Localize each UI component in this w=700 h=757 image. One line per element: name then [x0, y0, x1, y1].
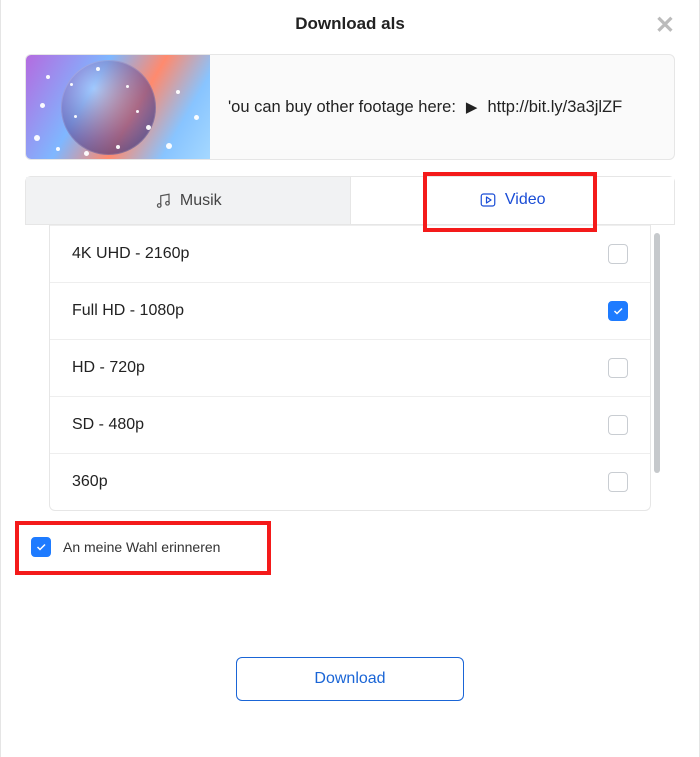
- info-text-left: 'ou can buy other footage here:: [228, 98, 456, 117]
- option-row[interactable]: 360p: [50, 453, 650, 510]
- option-label: Full HD - 1080p: [72, 302, 184, 320]
- modal-header: Download als ✕: [1, 0, 699, 42]
- remember-label: An meine Wahl erinneren: [63, 539, 220, 555]
- download-button-wrap: Download: [1, 657, 699, 701]
- play-icon: ▶: [466, 98, 478, 116]
- option-row[interactable]: 4K UHD - 2160p: [50, 225, 650, 282]
- download-button[interactable]: Download: [236, 657, 464, 701]
- remember-checkbox[interactable]: [31, 537, 51, 557]
- option-label: 4K UHD - 2160p: [72, 245, 189, 263]
- option-checkbox[interactable]: [608, 472, 628, 492]
- option-row[interactable]: Full HD - 1080p: [50, 282, 650, 339]
- info-text: 'ou can buy other footage here: ▶ http:/…: [210, 98, 674, 117]
- option-checkbox[interactable]: [608, 415, 628, 435]
- info-link[interactable]: http://bit.ly/3a3jlZF: [487, 98, 622, 117]
- video-thumbnail: [26, 55, 210, 159]
- scrollbar-thumb[interactable]: [654, 233, 660, 473]
- close-icon[interactable]: ✕: [655, 14, 675, 38]
- option-row[interactable]: SD - 480p: [50, 396, 650, 453]
- option-label: HD - 720p: [72, 359, 145, 377]
- option-label: SD - 480p: [72, 416, 144, 434]
- format-tabs: Musik Video: [25, 176, 675, 225]
- music-icon: [154, 192, 172, 210]
- option-row[interactable]: HD - 720p: [50, 339, 650, 396]
- tab-video[interactable]: Video: [351, 177, 675, 224]
- quality-options: 4K UHD - 2160p Full HD - 1080p HD - 720p…: [49, 225, 651, 511]
- info-strip: 'ou can buy other footage here: ▶ http:/…: [25, 54, 675, 160]
- option-checkbox[interactable]: [608, 301, 628, 321]
- option-checkbox[interactable]: [608, 244, 628, 264]
- video-play-icon: [479, 191, 497, 209]
- tab-music[interactable]: Musik: [26, 177, 351, 224]
- download-modal: Download als ✕ 'ou can buy other footage…: [0, 0, 700, 757]
- modal-title: Download als: [295, 14, 405, 33]
- tab-music-label: Musik: [180, 192, 222, 210]
- option-label: 360p: [72, 473, 108, 491]
- remember-choice[interactable]: An meine Wahl erinneren: [25, 531, 250, 563]
- option-checkbox[interactable]: [608, 358, 628, 378]
- tab-video-label: Video: [505, 191, 546, 209]
